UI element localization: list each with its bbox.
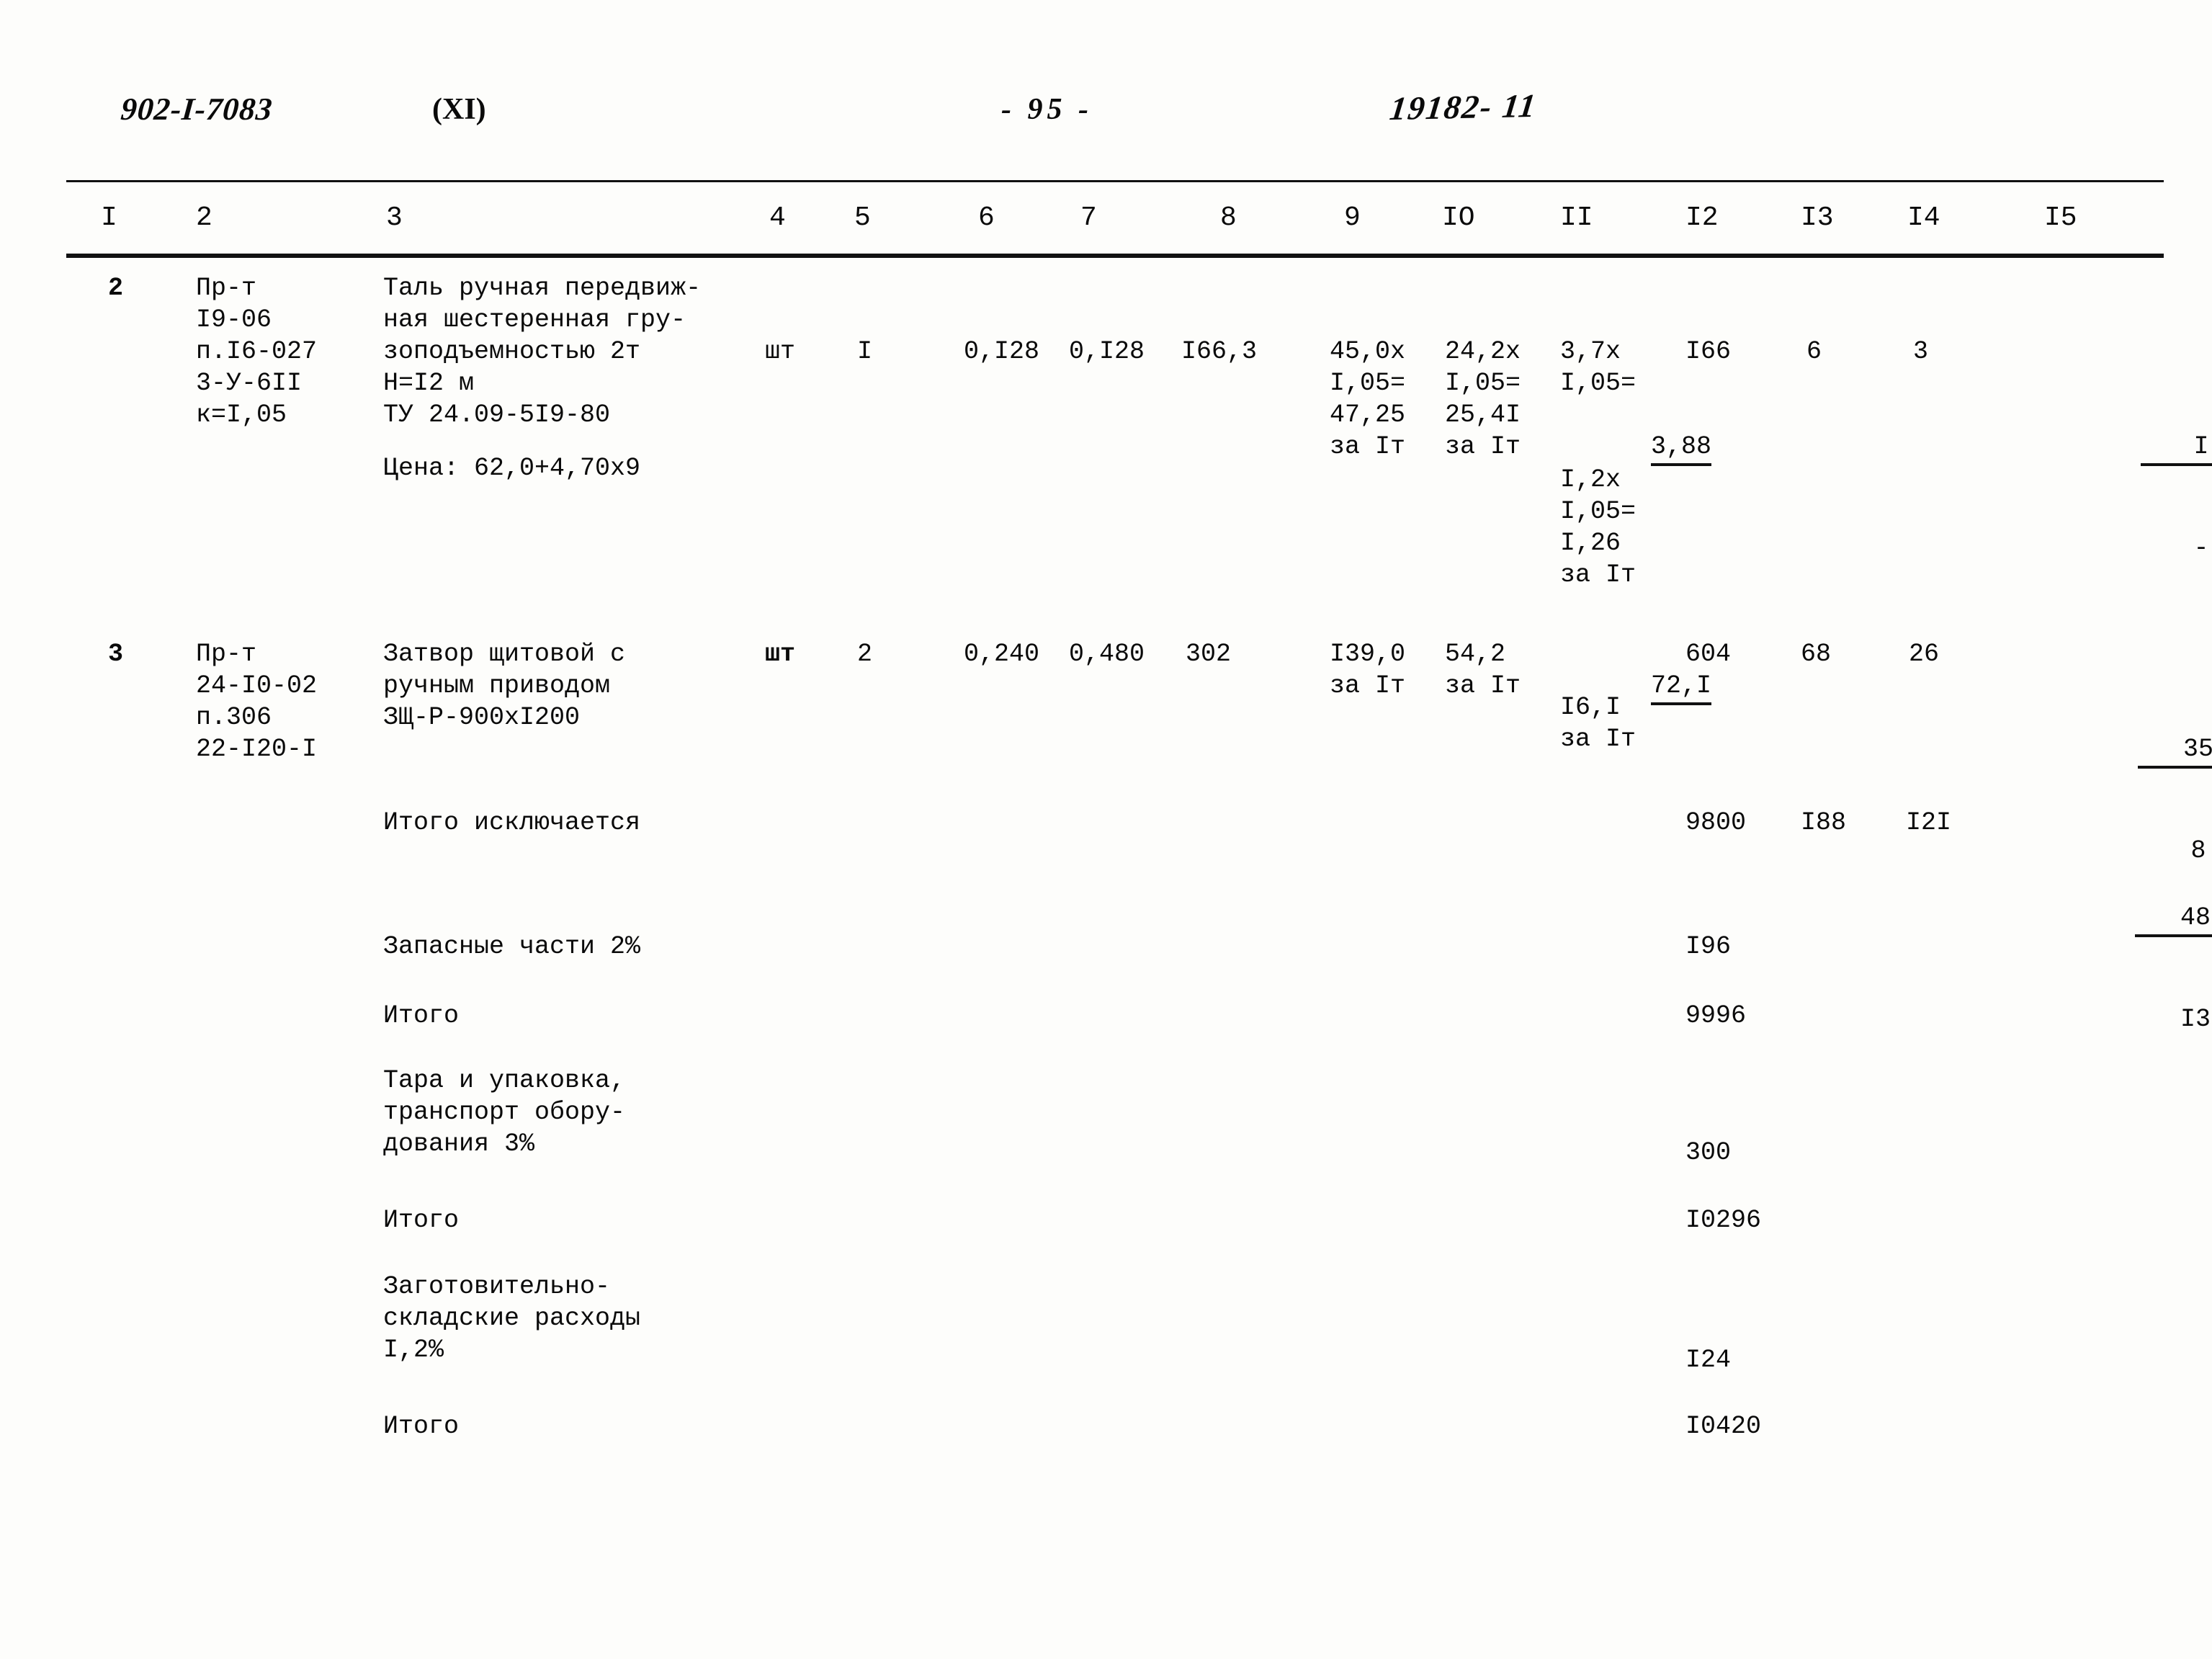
underlined-value: 3,88	[1651, 431, 1712, 466]
column-header-15: I5	[2044, 202, 2077, 233]
fraction: I -	[2141, 367, 2212, 627]
table-row-c6: 0,I28	[964, 337, 1040, 366]
summary-label: Итого	[383, 1206, 460, 1235]
column-header-2: 2	[196, 202, 212, 233]
table-row-num: 3	[108, 640, 124, 668]
table-row-qty: 2	[857, 640, 873, 668]
table-row-c8: 302	[1186, 640, 1232, 668]
table-row-c12: I66	[1685, 337, 1732, 366]
table-row-c15: I -	[2050, 336, 2212, 659]
fraction-numerator: 48	[2135, 902, 2212, 937]
fraction-numerator: 35	[2138, 733, 2212, 769]
table-row-c13: 6	[1806, 337, 1822, 366]
table-row-c14: 3	[1913, 337, 1929, 366]
summary-label: Тара и упаковка, транспорт обору- довани…	[383, 1066, 626, 1158]
table-row-price-note: Цена: 62,0+4,70х9	[383, 454, 641, 483]
table-row-c14: 26	[1909, 640, 1940, 668]
column-header-8: 8	[1220, 202, 1237, 233]
column-header-4: 4	[769, 202, 786, 233]
table-row-c12: 604	[1685, 640, 1732, 668]
summary-c12: 9800	[1685, 808, 1747, 837]
table-row-c11-bottom: I,2х I,05= I,26 за Iт	[1560, 465, 1636, 589]
table-row-c13: 68	[1801, 640, 1832, 668]
summary-c15: 48 I3	[2044, 807, 2212, 1130]
table-row-unit: шт	[765, 337, 796, 366]
estimate-table: I 2 3 4 5 6 7 8 9 IO II I2 I3 I4 I5 2 Пр…	[0, 0, 2212, 1659]
summary-label: Заготовительно- складские расходы I,2%	[383, 1272, 641, 1364]
table-row-c10: 54,2 за Iт	[1445, 640, 1521, 700]
table-row-c7: 0,480	[1069, 640, 1145, 668]
summary-c14: I2I	[1906, 808, 1952, 837]
column-header-13: I3	[1801, 202, 1834, 233]
table-row-c11-top: 3,7х I,05=	[1560, 337, 1636, 398]
fraction-numerator: I	[2141, 431, 2212, 466]
summary-c12: I96	[1685, 932, 1732, 961]
summary-c12: I0296	[1685, 1206, 1762, 1235]
summary-label: Итого	[383, 1001, 460, 1030]
table-row-c8: I66,3	[1181, 337, 1258, 366]
table-row-c6: 0,240	[964, 640, 1040, 668]
column-header-3: 3	[386, 202, 403, 233]
summary-label: Итого исключается	[383, 808, 641, 837]
underlined-value: 72,I	[1651, 670, 1712, 705]
table-row-c9: I39,0 за Iт	[1330, 640, 1406, 700]
table-row-c9: 45,0х I,05= 47,25 за Iт	[1330, 337, 1406, 461]
fraction-denominator: I3	[2180, 1005, 2211, 1034]
column-header-12: I2	[1685, 202, 1719, 233]
summary-label: Итого	[383, 1412, 460, 1441]
summary-c12: 9996	[1685, 1001, 1747, 1030]
column-header-11: II	[1560, 202, 1593, 233]
table-row-name: Затвор щитовой с ручным приводом ЗЩ-Р-90…	[383, 640, 626, 732]
summary-c12: 300	[1685, 1138, 1732, 1167]
summary-c12: I0420	[1685, 1412, 1762, 1441]
table-row-c11-bottom: I6,I за Iт	[1560, 693, 1636, 754]
column-header-9: 9	[1344, 202, 1361, 233]
column-header-14: I4	[1907, 202, 1940, 233]
summary-label: Запасные части 2%	[383, 932, 641, 961]
table-row-name: Таль ручная передвиж- ная шестеренная гр…	[383, 274, 702, 429]
column-header-1: I	[101, 202, 117, 233]
table-row-unit: шт	[765, 640, 796, 668]
table-row-c7: 0,I28	[1069, 337, 1145, 366]
document-page: 902-I-7083 (XI) - 95 - 19182- 11 I 2 3 4…	[0, 0, 2212, 1659]
column-header-5: 5	[854, 202, 871, 233]
table-row-code: Пр-т 24-I0-02 п.306 22-I20-I	[196, 640, 318, 764]
fraction-denominator: -	[2193, 534, 2209, 563]
table-row-num: 2	[108, 274, 124, 303]
fraction: 48 I3	[2135, 839, 2212, 1099]
summary-c13: I88	[1801, 808, 1847, 837]
column-header-10: IO	[1442, 202, 1475, 233]
table-row-qty: I	[857, 337, 873, 366]
table-row-c10: 24,2х I,05= 25,4I за Iт	[1445, 337, 1521, 461]
column-header-6: 6	[978, 202, 995, 233]
table-row-code: Пр-т I9-06 п.I6-027 3-У-6II к=I,05	[196, 274, 318, 429]
column-header-7: 7	[1080, 202, 1097, 233]
summary-c12: I24	[1685, 1346, 1732, 1374]
